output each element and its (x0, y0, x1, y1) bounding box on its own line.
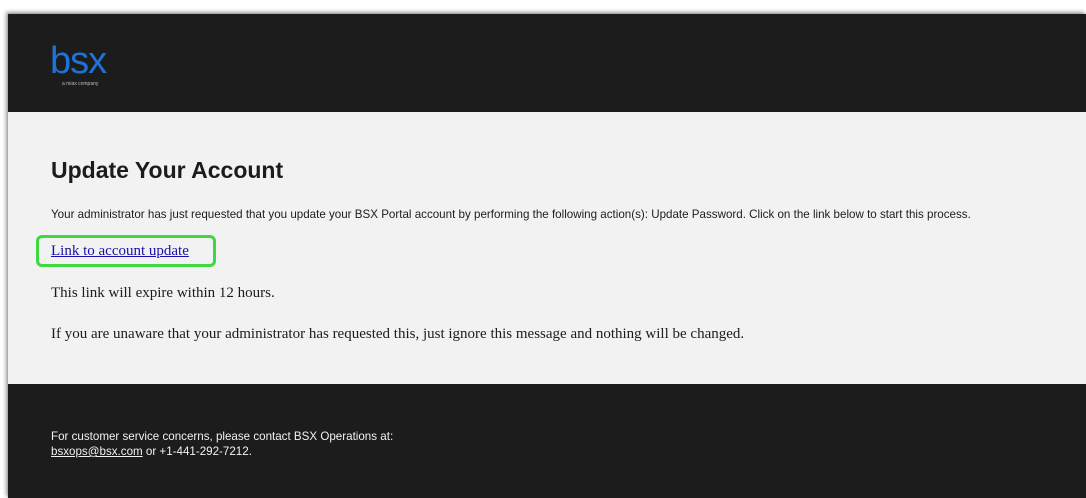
intro-text: Your administrator has just requested th… (51, 208, 971, 221)
email-footer: For customer service concerns, please co… (8, 384, 1086, 498)
footer-contact-line: bsxops@bsx.com or +1-441-292-7212. (51, 445, 252, 458)
page-title: Update Your Account (51, 157, 284, 183)
logo-tagline: a miax company (62, 81, 99, 87)
email-header: bsx a miax company (8, 14, 1086, 112)
account-update-link[interactable]: Link to account update (51, 243, 189, 260)
logo-wordmark: bsx (50, 40, 107, 82)
footer-email-link[interactable]: bsxops@bsx.com (51, 445, 143, 458)
bsx-logo: bsx a miax company (50, 42, 120, 92)
footer-contact-text: For customer service concerns, please co… (51, 430, 394, 443)
ignore-notice: If you are unaware that your administrat… (51, 326, 745, 342)
email-body: Update Your Account Your administrator h… (8, 112, 1086, 384)
footer-phone-text: or +1-441-292-7212. (142, 445, 252, 458)
expire-notice: This link will expire within 12 hours. (51, 285, 275, 301)
email-frame: bsx a miax company Update Your Account Y… (8, 14, 1086, 498)
